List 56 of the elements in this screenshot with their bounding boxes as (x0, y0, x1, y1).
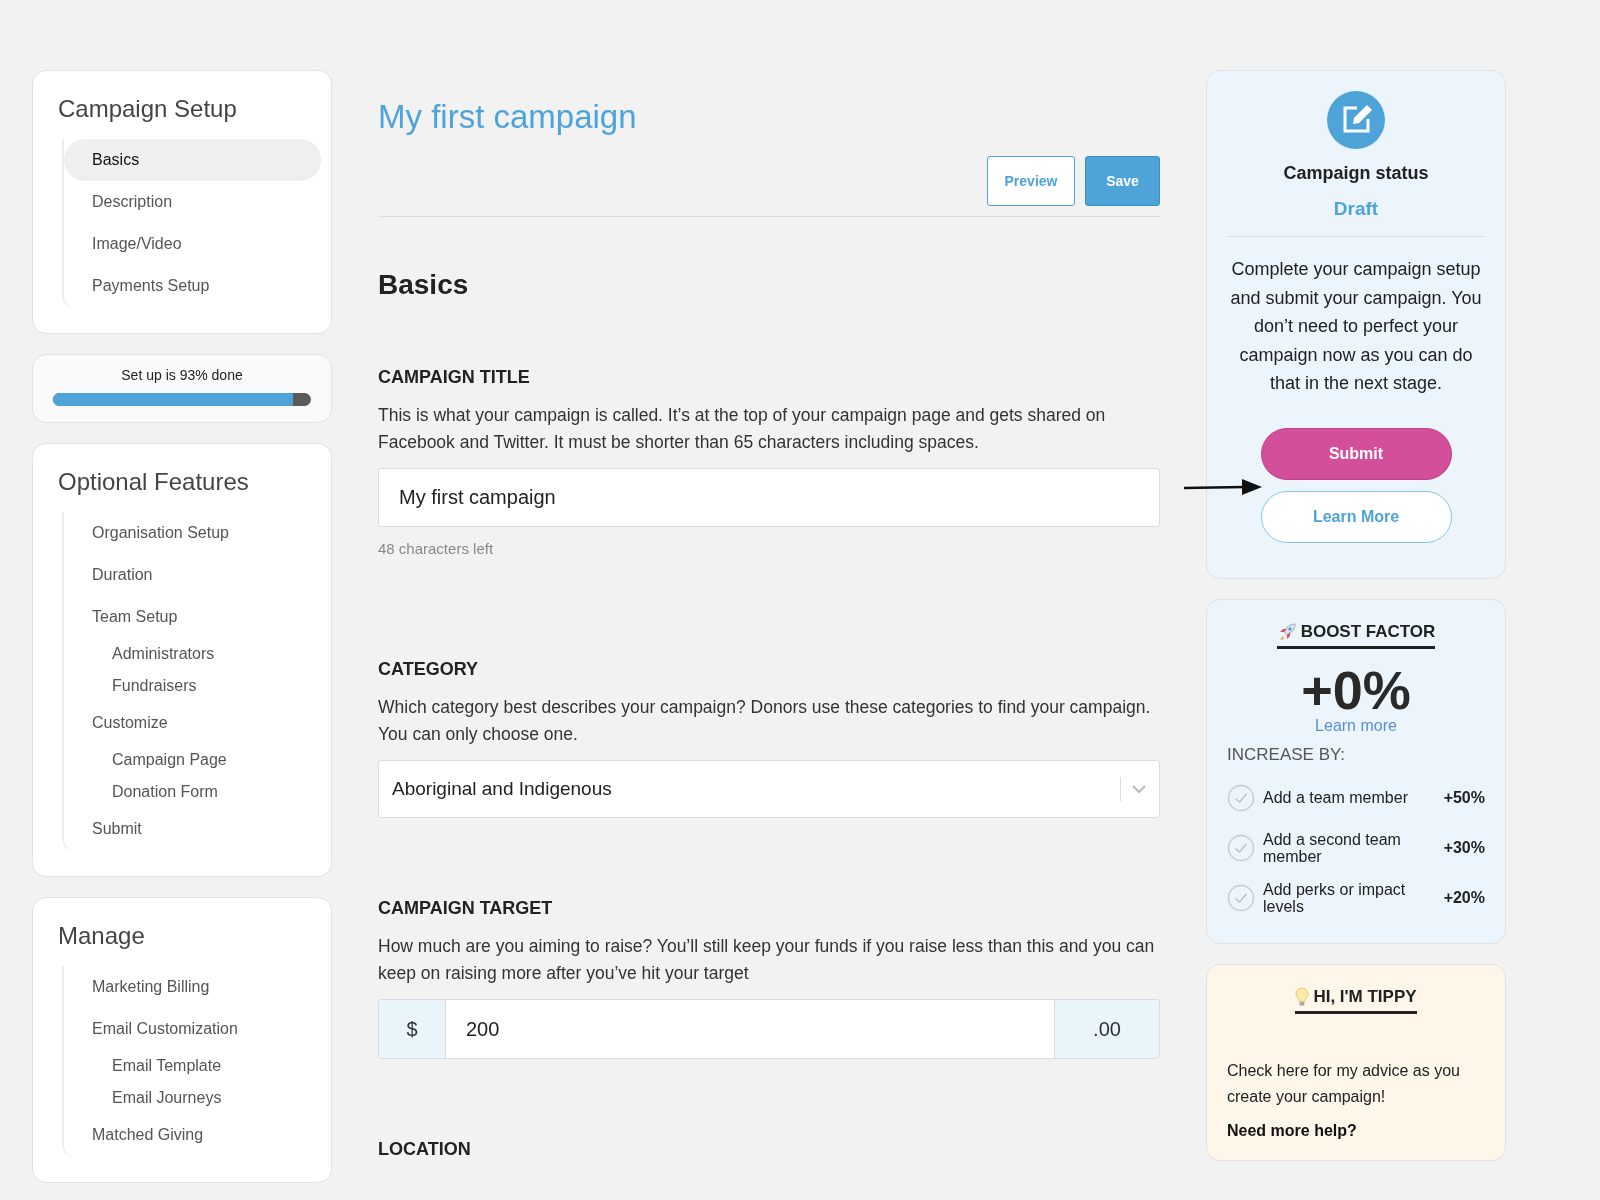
field-help-text: This is what your campaign is called. It’s at the top of your campaign page and gets shared on Facebook and Twitter. It must be shorter than 65 characters including spaces. (378, 404, 1107, 454)
field-help-text: How much are you aiming to raise? You’ll still keep your funds if you raise less than this and you can keep on raising more after you’ve hit your target (378, 935, 1156, 985)
field-help-text: Which category best describes your campaign? Donors use these categories to find your campaign. You can only choose one. (378, 696, 1152, 746)
field-label: CAMPAIGN TARGET (378, 898, 554, 919)
boost-amount: +50% (1443, 788, 1485, 807)
sidebar-item[interactable]: Payments Setup (64, 265, 321, 307)
submit-button[interactable]: Submit (1260, 427, 1452, 480)
sidebar-subitem[interactable]: Fundraisers (64, 670, 321, 702)
currency-prefix: $ (379, 1000, 445, 1058)
card-title: Optional Features (58, 468, 250, 496)
sidebar-subitem[interactable]: Campaign Page (64, 744, 321, 776)
sidebar-item[interactable]: Basics (64, 139, 321, 181)
edit-icon (1327, 91, 1385, 149)
progress-label: Set up is 93% done (120, 367, 244, 383)
sidebar-subitem[interactable]: Administrators (64, 638, 321, 670)
cents-suffix: .00 (1055, 1000, 1159, 1058)
sidebar-item[interactable]: Submit (64, 808, 321, 850)
sidebar-subitem[interactable]: Email Journeys (64, 1082, 321, 1114)
page-title: My first campaign (378, 98, 638, 136)
increase-label: INCREASE BY: (1227, 744, 1347, 765)
sidebar-item[interactable]: Marketing Billing (64, 966, 321, 1008)
sidebar-item[interactable]: Organisation Setup (64, 512, 321, 554)
sidebar-item[interactable]: Customize (64, 702, 321, 744)
section-title: Basics (378, 269, 470, 301)
target-input[interactable]: 200 (445, 1000, 1055, 1058)
card-title: Manage (58, 922, 146, 950)
boost-amount: +30% (1443, 838, 1485, 857)
sidebar-item[interactable]: Email Customization (64, 1008, 321, 1050)
lightbulb-icon (1295, 986, 1310, 1007)
sidebar-subitem[interactable]: Donation Form (64, 776, 321, 808)
character-count: 48 characters left (378, 540, 495, 557)
tippy-title-text: HI, I'M TIPPY (1313, 986, 1417, 1007)
chevron-down-icon (1131, 784, 1147, 794)
tippy-text: Check here for my advice as you create your campaign! (1227, 1060, 1461, 1107)
sidebar-item[interactable]: Description (64, 181, 321, 223)
help-heading: Need more help? (1227, 1121, 1358, 1140)
sidebar-item[interactable]: Team Setup (64, 596, 321, 638)
field-label: CAMPAIGN TITLE (378, 367, 531, 388)
sidebar-item[interactable]: Image/Video (64, 223, 321, 265)
sidebar-subitem[interactable]: Email Template (64, 1050, 321, 1082)
boost-value: +0% (1301, 662, 1411, 717)
status-value: Draft (1333, 198, 1379, 220)
boost-title-text: BOOST FACTOR (1300, 621, 1436, 642)
boost-item-label: Add perks or impact levels (1263, 880, 1407, 915)
sidebar-item[interactable]: Duration (64, 554, 321, 596)
field-label: CATEGORY (378, 659, 479, 680)
boost-item-label: Add a second team member (1263, 830, 1402, 865)
category-select[interactable]: Aboriginal and Indigenous (378, 760, 1160, 818)
boost-item-label: Add a team member (1263, 789, 1409, 806)
boost-amount: +20% (1443, 888, 1485, 907)
field-label: LOCATION (378, 1139, 472, 1160)
status-title: Campaign status (1283, 163, 1429, 184)
title-input[interactable]: My first campaign (378, 468, 1160, 527)
card-title: Campaign Setup (58, 95, 238, 123)
sidebar-item[interactable]: Matched Giving (64, 1114, 321, 1156)
status-description: Complete your campaign setup and submit your campaign. You don’t need to perfect your campaign now as you can do that in the next stage. (1229, 258, 1483, 395)
